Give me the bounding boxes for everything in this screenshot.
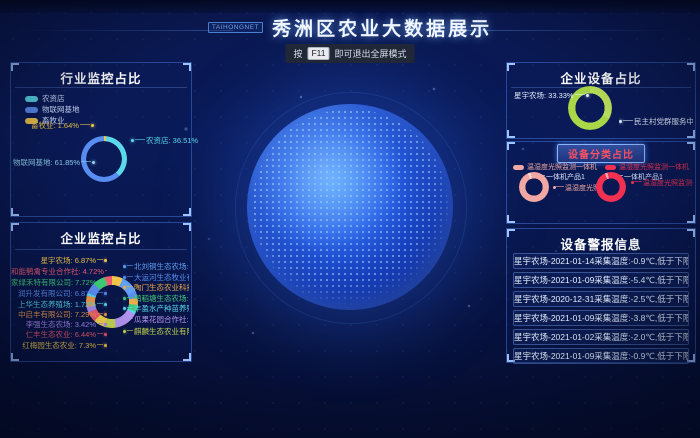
- legend-label: 物联网基地: [42, 104, 80, 115]
- alarm-row: 星宇农场-2021-01-14采集温度:-0.9℃,低于下限:0℃: [513, 253, 689, 269]
- globe-outer-ring: [235, 92, 467, 324]
- alarm-row: 星宇农场-2021-01-09采集温度:-5.4℃,低于下限:0℃: [513, 272, 689, 288]
- panel-title: 企业监控占比: [11, 228, 191, 247]
- alarm-row: 星宇农场-2020-12-31采集温度:-2.5℃,低于下限:0℃: [513, 291, 689, 307]
- callout-label: 仁丰生态农业: 6.44%: [11, 329, 107, 340]
- callout-label: 麒麟生态农业有限公司: 6.87: [123, 326, 189, 337]
- legend-swatch: [513, 165, 524, 170]
- callout-label: 和能鹌禽专业合作社: 4.72%: [11, 266, 107, 277]
- callout-label: 农资店: 36.51%: [131, 135, 198, 146]
- page-header: TAIHONGNET 秀洲区农业大数据展示: [0, 14, 700, 41]
- callout-label: 物联网基地: 61.85%: [13, 157, 95, 168]
- divider: [15, 87, 187, 88]
- class-left-donut-chart[interactable]: [519, 172, 549, 202]
- legend-swatch: [605, 165, 616, 170]
- legend-item[interactable]: 农资店: [25, 93, 80, 104]
- panel-title: 行业监控占比: [11, 68, 191, 87]
- callout-label: 温湿度光照监测一: [553, 183, 601, 193]
- panel-industry-monitor: 行业监控占比 农资店 物联网基地 畜牧业 畜牧业: 1.64% 农资店: 36.…: [10, 62, 192, 217]
- panel-device-alarms: 设备警报信息 星宇农场-2021-01-14采集温度:-0.9℃,低于下限:0℃…: [506, 228, 696, 363]
- page-title: 秀洲区农业大数据展示: [272, 14, 492, 41]
- legend-label: 温湿度光照监测一体机: [619, 162, 689, 172]
- callout-label: 星宇农场: 33.33%: [514, 90, 589, 101]
- callout-label: 畜牧业: 1.64%: [31, 120, 94, 131]
- top-strip: [0, 0, 700, 13]
- callout-label: 丰盈水产种苗养殖场: 1.: [123, 303, 189, 314]
- callout-label: 润升发有限公司: 6.87%: [11, 288, 107, 299]
- panel-device-ratio: 企业设备占比 星宇农场: 33.33% 民主村党群服务中心:: [506, 62, 696, 139]
- legend-swatch: [25, 107, 38, 113]
- legend-label: 温湿度光照监测一体机: [527, 162, 597, 172]
- legend-item[interactable]: 温湿度光照监测一体机: [605, 162, 689, 172]
- callout-label: 温湿度光照监测一: [631, 178, 693, 188]
- section-title-badge: 设备分类占比: [557, 144, 645, 163]
- f11-key-badge: F11: [307, 47, 329, 60]
- dashboard-root: TAIHONGNET 秀洲区农业大数据展示 按 F11 即可退出全屏模式 行业监…: [0, 0, 700, 438]
- panel-title: 企业设备占比: [507, 68, 695, 87]
- alarm-row: 星宇农场-2021-01-09采集温度:-0.9℃,低于下限:0℃: [513, 348, 689, 364]
- legend-swatch: [25, 96, 38, 102]
- callout-label: 家绿禾特有限公司: 7.72%: [11, 277, 107, 288]
- class-right-donut-chart[interactable]: [596, 172, 626, 202]
- callout-label: 瓜果花园合作社: 15.02%: [123, 314, 189, 325]
- alarm-row: 星宇农场-2021-01-09采集温度:-3.8℃,低于下限:0℃: [513, 310, 689, 326]
- hint-suffix: 即可退出全屏模式: [335, 47, 407, 60]
- legend-item[interactable]: 温湿度光照监测一体机: [513, 162, 597, 172]
- callout-label: 陶门生态农业科技有限公: [123, 282, 189, 293]
- fullscreen-hint: 按 F11 即可退出全屏模式: [285, 44, 414, 63]
- legend-label: 农资店: [42, 93, 65, 104]
- hint-prefix: 按: [293, 47, 302, 60]
- star-dots: [0, 0, 2, 2]
- callout-label: 星宇农场: 6.87%: [11, 255, 107, 266]
- panel-device-classification: 设备分类占比 温湿度光照监测一体机 一体机产品1 温湿度光照监测一 温湿度光照监…: [506, 141, 696, 224]
- legend-item[interactable]: 物联网基地: [25, 104, 80, 115]
- panel-enterprise-monitor: 企业监控占比 星宇农场: 6.87% 和能鹌禽专业合作社: 4.72% 家绿禾特…: [10, 222, 192, 362]
- callout-label: 红梅园生态农业: 7.3%: [11, 340, 107, 351]
- callout-label: 北刘铜生态农场: 11.16%: [123, 261, 189, 272]
- divider: [15, 249, 187, 250]
- brand-logo: TAIHONGNET: [208, 22, 263, 33]
- alarm-row: 星宇农场-2021-01-02采集温度:-2.0℃,低于下限:0℃: [513, 329, 689, 345]
- divider: [511, 87, 691, 88]
- callout-label: 民主村党群服务中心:: [619, 116, 693, 127]
- panel-title: 设备警报信息: [507, 234, 695, 253]
